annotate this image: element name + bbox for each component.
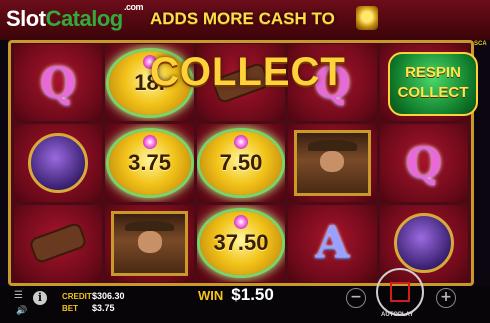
- money-scarab-symbol: 37.50: [199, 211, 282, 276]
- reel-cell: [105, 204, 194, 282]
- explorer-symbol-icon: [294, 130, 371, 196]
- money-value: 3.75: [128, 149, 171, 175]
- reel-cell: Q: [379, 124, 468, 202]
- anubis-symbol-icon: [28, 132, 89, 193]
- bet-label: BET: [62, 304, 78, 313]
- reel-cell: [288, 124, 377, 202]
- win-display: WIN $1.50: [198, 285, 274, 305]
- respin-line1: RESPIN: [405, 64, 461, 81]
- stop-icon: [390, 282, 410, 302]
- bet-increase-button[interactable]: +: [436, 288, 456, 308]
- money-value: 37.50: [213, 230, 269, 256]
- respin-line2: COLLECT: [397, 84, 469, 101]
- credit-value: $306.30: [92, 291, 125, 301]
- anubis-symbol-icon: [393, 213, 454, 274]
- reel-cell: Q: [14, 44, 103, 122]
- win-label: WIN: [198, 288, 224, 303]
- reel-cell: 37.50: [196, 204, 286, 282]
- symbol-q: Q: [39, 58, 77, 108]
- spin-button[interactable]: [376, 268, 424, 316]
- reel-cell: [14, 124, 103, 202]
- symbol-a: A: [315, 217, 350, 269]
- watermark-slot: Slot: [6, 6, 46, 31]
- respin-collect-symbol: RESPIN COLLECT: [388, 52, 478, 116]
- watermark-com: .com: [124, 2, 144, 12]
- scatter-tag: SCA: [474, 41, 487, 47]
- reel-cell: [14, 204, 103, 282]
- reel-cell: 7.50: [196, 124, 286, 202]
- symbol-q: Q: [405, 138, 443, 188]
- credit-label: CREDIT: [62, 292, 92, 301]
- top-banner-text: ADDS MORE CASH TO: [150, 9, 335, 28]
- gem-icon: [233, 134, 248, 149]
- bet-value: $3.75: [92, 303, 115, 313]
- watermark-logo: SlotCatalog .com: [6, 2, 144, 32]
- scarab-icon: [356, 6, 378, 30]
- info-icon[interactable]: i: [33, 291, 47, 305]
- gem-icon: [142, 134, 157, 149]
- reel-cell: A: [288, 204, 377, 282]
- menu-icon[interactable]: ☰: [14, 290, 23, 301]
- bet-decrease-button[interactable]: −: [346, 288, 366, 308]
- collect-title: COLLECT: [150, 50, 346, 94]
- autoplay-label[interactable]: AUTOPLAY: [381, 312, 413, 318]
- explorer-symbol-icon: [111, 210, 188, 276]
- money-scarab-symbol: 3.75: [108, 130, 191, 195]
- win-value: $1.50: [231, 285, 274, 304]
- watermark-catalog: Catalog: [45, 6, 124, 31]
- gem-icon: [233, 215, 248, 230]
- money-scarab-symbol: 7.50: [199, 130, 282, 195]
- money-value: 7.50: [219, 149, 263, 175]
- gun-holster-symbol-icon: [30, 224, 86, 263]
- sound-icon[interactable]: 🔊: [16, 306, 27, 316]
- reel-cell: 3.75: [105, 124, 194, 202]
